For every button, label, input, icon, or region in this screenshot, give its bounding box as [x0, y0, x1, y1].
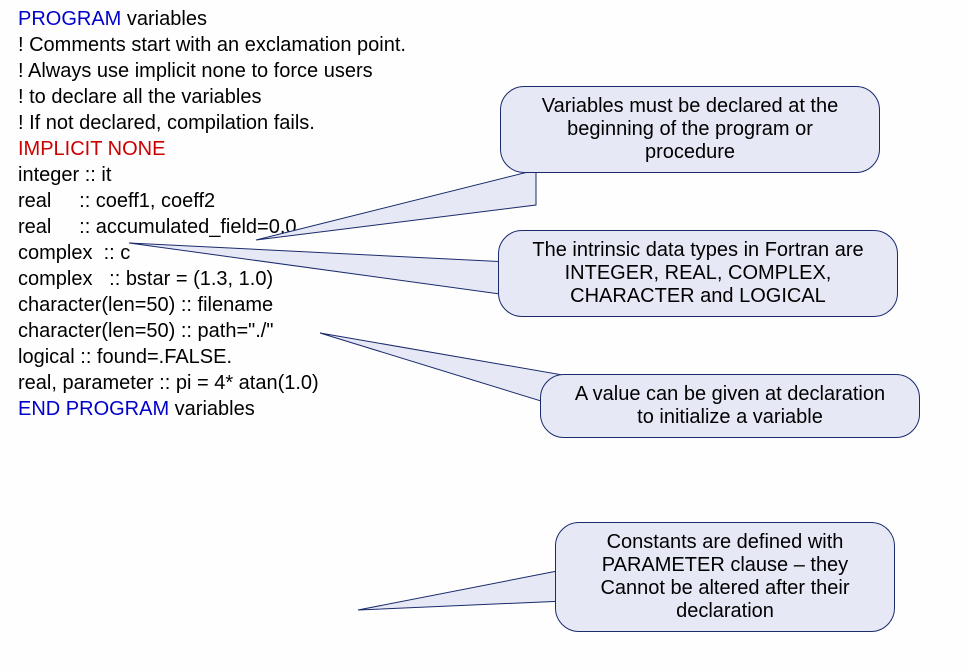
code-line: ! If not declared, compilation fails. [18, 110, 406, 136]
callout-tail-icon [129, 243, 529, 313]
code-line: PROGRAM variables [18, 6, 406, 32]
callout-parameter: Constants are defined with PARAMETER cla… [555, 522, 895, 632]
callout-text: The intrinsic data types in Fortran are [517, 239, 879, 262]
callout-tail-icon [256, 170, 536, 250]
code-text: variables [121, 8, 207, 30]
callout-text: Cannot be altered after their [574, 577, 876, 600]
code-line: ! Always use implicit none to force user… [18, 58, 406, 84]
code-line: ! to declare all the variables [18, 84, 406, 110]
callout-text: Constants are defined with [574, 531, 876, 554]
callout-declaration: Variables must be declared at the beginn… [500, 86, 880, 173]
callout-init-value: A value can be given at declaration to i… [540, 374, 920, 438]
code-text: variables [169, 398, 255, 420]
callout-text: INTEGER, REAL, COMPLEX, [517, 262, 879, 285]
callout-text: to initialize a variable [559, 406, 901, 429]
keyword-implicit-none: IMPLICIT NONE [18, 136, 406, 162]
code-line: ! Comments start with an exclamation poi… [18, 32, 406, 58]
keyword-program: PROGRAM [18, 8, 121, 30]
callout-text: procedure [519, 141, 861, 164]
callout-intrinsic-types: The intrinsic data types in Fortran are … [498, 230, 898, 317]
callout-text: Variables must be declared at the [519, 95, 861, 118]
callout-text: CHARACTER and LOGICAL [517, 285, 879, 308]
callout-tail-icon [358, 560, 588, 620]
keyword-end-program: END PROGRAM [18, 398, 169, 420]
callout-text: PARAMETER clause – they [574, 554, 876, 577]
callout-text: declaration [574, 600, 876, 623]
callout-text: beginning of the program or [519, 118, 861, 141]
callout-text: A value can be given at declaration [559, 383, 901, 406]
